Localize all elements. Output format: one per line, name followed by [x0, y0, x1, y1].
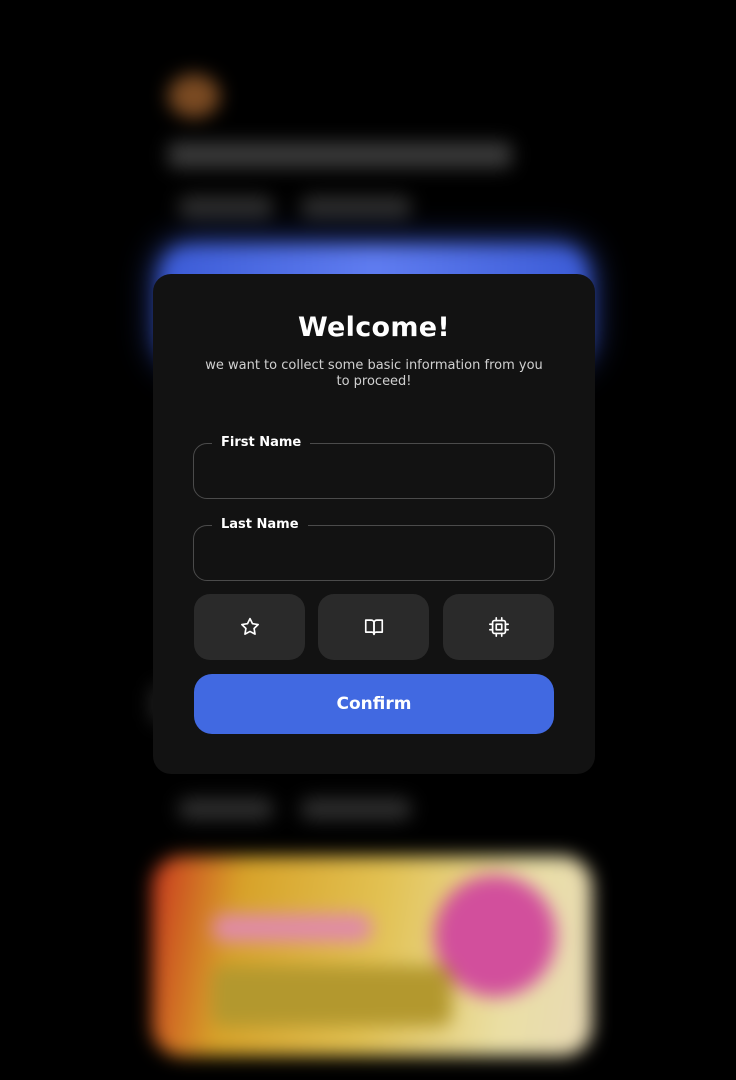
book-option-button[interactable] [318, 594, 429, 660]
confirm-button[interactable]: Confirm [194, 674, 554, 734]
first-name-input[interactable] [194, 444, 554, 498]
welcome-modal: Welcome! we want to collect some basic i… [153, 274, 595, 774]
chip-icon [488, 617, 509, 637]
background-chip [178, 798, 274, 820]
first-name-field[interactable]: First Name [193, 434, 555, 499]
last-name-field[interactable]: Last Name [193, 516, 555, 581]
background-banner [152, 856, 592, 1056]
star-icon [240, 617, 259, 635]
star-option-button[interactable] [194, 594, 305, 660]
book-icon [364, 619, 383, 636]
chip-option-button[interactable] [443, 594, 554, 660]
background-banner-label [212, 914, 372, 942]
background-chip [300, 798, 412, 820]
background-banner-strip [212, 966, 452, 1026]
modal-title: Welcome! [297, 312, 451, 343]
background-chip [178, 196, 274, 218]
last-name-input[interactable] [194, 526, 554, 580]
background-title [168, 142, 512, 168]
app-stage: Welcome! we want to collect some basic i… [0, 0, 736, 1080]
background-chip [300, 196, 412, 218]
modal-subtitle: we want to collect some basic informatio… [205, 358, 543, 389]
background-avatar [168, 74, 220, 118]
